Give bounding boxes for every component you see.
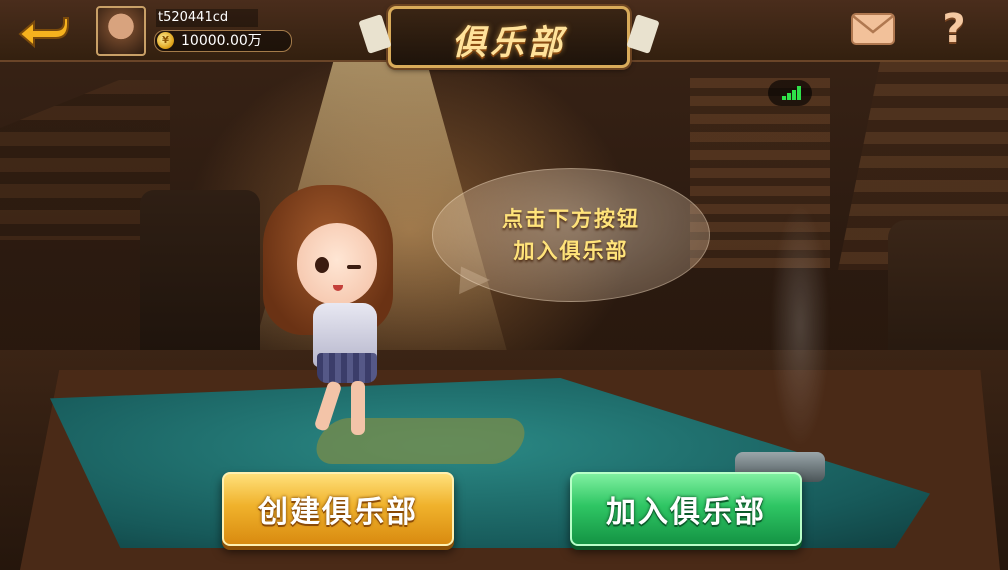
character-eye xyxy=(315,257,329,273)
username: t520441cd xyxy=(156,9,258,27)
character-wink xyxy=(347,265,361,269)
join-club-button[interactable]: 加入俱乐部 xyxy=(570,472,802,546)
coin-balance: ¥ 10000.00万 xyxy=(154,30,292,52)
character-skirt xyxy=(317,353,377,383)
coin-value: 10000.00万 xyxy=(181,33,262,49)
page-title: 俱乐部 xyxy=(452,23,566,63)
character-leg xyxy=(351,381,365,435)
help-button[interactable]: ? xyxy=(936,6,972,52)
back-button[interactable] xyxy=(12,12,70,50)
bubble-line-2: 加入俱乐部 xyxy=(513,239,629,263)
cigarette-smoke xyxy=(770,200,830,450)
back-arrow-icon xyxy=(18,17,69,49)
avatar[interactable] xyxy=(96,6,146,56)
coin-icon: ¥ xyxy=(157,32,174,49)
create-club-button[interactable]: 创建俱乐部 xyxy=(222,472,454,546)
title-plate: 俱乐部 xyxy=(388,6,630,68)
mail-button[interactable] xyxy=(850,12,896,46)
speech-bubble: 点击下方按钮 加入俱乐部 xyxy=(432,168,710,302)
hostess-character xyxy=(255,185,405,435)
character-face xyxy=(297,223,377,305)
signal-strength-icon xyxy=(782,86,801,100)
mail-icon xyxy=(851,13,895,45)
signal-indicator xyxy=(768,80,812,106)
bubble-line-1: 点击下方按钮 xyxy=(502,207,640,231)
character-leg xyxy=(313,380,343,432)
top-bar: t520441cd ¥ 10000.00万 俱乐部 ? xyxy=(0,0,1008,68)
